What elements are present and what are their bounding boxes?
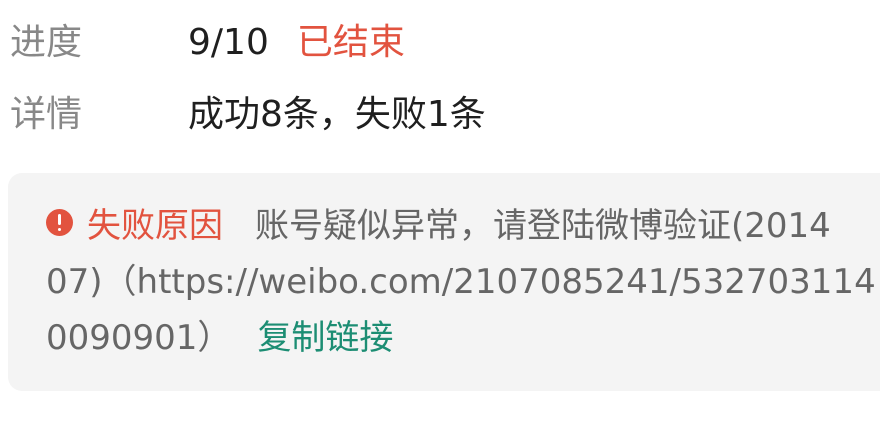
copy-link-button[interactable]: 复制链接 — [257, 318, 393, 358]
clipped-previous-row — [60, 0, 480, 4]
detail-value: 成功8条，失败1条 — [188, 94, 486, 135]
failure-reason-text-line3-group: 0090901） 复制链接 — [46, 310, 393, 366]
progress-value-group: 9/10 已结束 — [188, 18, 405, 68]
detail-label: 详情 — [10, 94, 83, 135]
failure-reason-text-line1: 账号疑似异常，请登陆微博验证(2014 — [255, 206, 831, 246]
progress-label: 进度 — [10, 22, 83, 63]
failure-reason-text-line2: 07)（https://weibo.com/2107085241/5327031… — [46, 262, 876, 302]
alert-circle-icon — [46, 209, 73, 236]
failure-reason-text-line3: 0090901） — [46, 318, 232, 358]
task-result-panel: 进度 9/10 已结束 详情 成功8条，失败1条 失败原因 账号疑似异常，请登陆… — [0, 0, 880, 435]
status-badge: 已结束 — [296, 22, 405, 63]
failure-reason-title: 失败原因 — [87, 206, 223, 246]
progress-value: 9/10 — [188, 22, 269, 63]
